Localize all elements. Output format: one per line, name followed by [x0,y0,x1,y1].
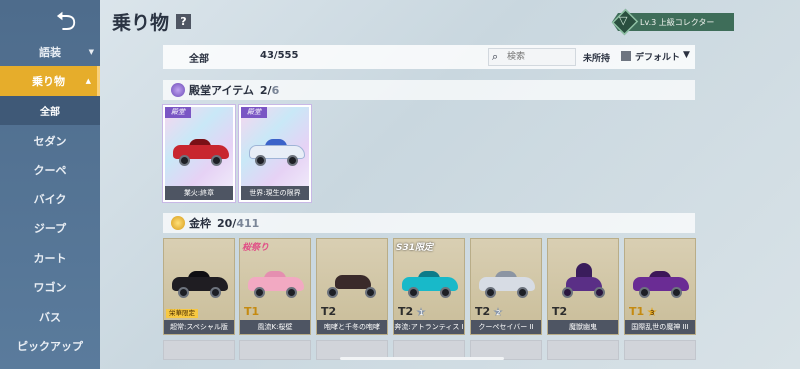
tier-tag: T2 [398,305,414,318]
sidebar-item-label: ピックアップ [17,339,83,353]
sidebar-item-label: ワゴン [33,280,67,294]
sidebar-item-jeep[interactable]: ジープ [0,213,100,242]
event-banner: 桜祭り [242,243,270,253]
hall-tag: 殿堂 [241,107,267,118]
star-count: 1 [419,309,424,317]
motorcycle-icon [325,269,381,299]
race-car-icon [249,137,305,167]
card-caption: 魔獣幽鬼 [548,320,618,334]
collection-count: 43/555 [260,50,299,61]
search-icon[interactable]: ⌕ [492,50,498,64]
vehicle-card[interactable]: T2 2 クーペセイバー II [470,238,542,335]
vehicle-card-partial[interactable] [163,340,235,360]
section-owned: 2/ [259,83,272,97]
hall-tag: 殿堂 [165,107,191,118]
sidebar-item-label: バイク [33,192,67,206]
sidebar-item-label: 全部 [40,107,60,118]
card-caption: 国際乱世の魔神 III [625,320,695,334]
card-caption: 業火:終章 [165,186,233,200]
sports-car-icon [172,269,228,299]
filter-bar: 全部 43/555 ⌕ 未所持 デフォルト ▼ [163,45,695,69]
section-title: 殿堂アイテム [189,84,254,97]
vehicle-card[interactable]: 殿堂 世界:現生の限界 [239,105,311,202]
mount-beast-icon [556,263,612,299]
search-box[interactable]: ⌕ [488,48,576,66]
vehicle-card[interactable]: 栄華限定 超常:スペシャル版 [163,238,235,335]
card-caption: 風流K:桜壁 [240,320,310,334]
page-title: 乗り物 [112,12,170,34]
sidebar-item-vehicles[interactable]: 乗り物 ▲ [0,66,100,96]
sidebar-item-bus[interactable]: バス [0,302,100,331]
unowned-toggle[interactable]: 未所持 [583,51,610,64]
sidebar-item-pickup[interactable]: ピックアップ [0,331,100,360]
filter-all-label[interactable]: 全部 [189,50,209,65]
help-icon[interactable]: ? [176,14,191,29]
section-owned: 20/ [217,216,237,230]
back-arrow-icon[interactable]: ⮌ [48,9,84,35]
sidebar-item-label: バス [39,310,61,324]
sidebar-item-label: クーペ [33,163,67,177]
sidebar-item-kart[interactable]: カート [0,243,100,272]
vehicle-card[interactable]: S31限定 T2 1 奔流:アトランティス I [393,238,465,335]
chevron-down-icon[interactable]: ▼ [683,50,690,60]
sports-car-icon [402,269,458,299]
sidebar-item-label: ジープ [33,221,67,235]
star-count: 3 [650,309,655,317]
sidebar-item-label: カート [33,251,67,265]
sidebar-item-label: 乗り物 [32,75,65,88]
vehicle-card-partial[interactable] [547,340,619,360]
sidebar-item-outfit[interactable]: 語装 ▼ [0,37,100,66]
sidebar-item-all[interactable]: 全部 [0,96,100,125]
tier-tag: T2 [321,305,337,318]
chevron-down-icon: ▼ [88,47,94,56]
tier-tag: T1 [629,305,645,318]
card-caption: クーペセイバー II [471,320,541,334]
vehicle-card[interactable]: T2 魔獣幽鬼 [547,238,619,335]
star-count: 2 [496,309,501,317]
sort-checkbox[interactable] [621,51,631,61]
vehicle-card[interactable]: T1 3 国際乱世の魔神 III [624,238,696,335]
vehicle-card-partial[interactable] [624,340,696,360]
card-caption: 超常:スペシャル版 [164,320,234,334]
tier-tag: T1 [244,305,260,318]
gold-frame-icon [171,216,185,230]
card-caption: 奔流:アトランティス I [394,320,464,334]
sort-select[interactable]: デフォルト [635,50,680,63]
scroll-indicator[interactable] [340,357,504,360]
section-total: 411 [236,216,260,230]
card-caption: 世界:現生の限界 [241,186,309,200]
sidebar-item-label: 語装 [39,45,61,59]
sidebar-item-coupe[interactable]: クーペ [0,155,100,184]
sports-car-icon [248,269,304,299]
sports-car-icon [479,269,535,299]
sidebar-item-bike[interactable]: バイク [0,184,100,213]
hall-icon [171,83,185,97]
sidebar-item-wagon[interactable]: ワゴン [0,272,100,301]
vehicle-card[interactable]: 桜祭り T1 風流K:桜壁 [239,238,311,335]
card-caption: 咆哮と千冬の咆哮 [317,320,387,334]
vehicle-card-partial[interactable] [239,340,311,360]
limited-tag: 栄華限定 [166,309,198,318]
section-title: 金枠 [189,217,211,230]
sidebar: ⮌ 語装 ▼ 乗り物 ▲ 全部 セダン クーペ バイク ジープ カート ワゴン … [0,0,100,369]
section-hall-header: 殿堂アイテム 2/ 6 [163,80,695,100]
vehicle-card[interactable]: T2 咆哮と千冬の咆哮 [316,238,388,335]
sidebar-item-sedan[interactable]: セダン [0,126,100,155]
sidebar-item-label: セダン [33,134,67,148]
tier-tag: T2 [475,305,491,318]
sports-car-icon [633,269,689,299]
search-input[interactable] [507,50,575,64]
chevron-up-icon: ▲ [85,77,91,85]
section-gold-header: 金枠 20/ 411 [163,213,695,233]
season-banner: S31限定 [396,243,434,253]
level-chevron-icon: ▽ [619,14,628,27]
vehicle-card[interactable]: 殿堂 業火:終章 [163,105,235,202]
collector-level-label: Lv.3 上級コレクター [640,17,715,27]
tier-tag: T2 [552,305,568,318]
section-total: 6 [271,83,280,97]
race-car-icon [173,137,229,167]
